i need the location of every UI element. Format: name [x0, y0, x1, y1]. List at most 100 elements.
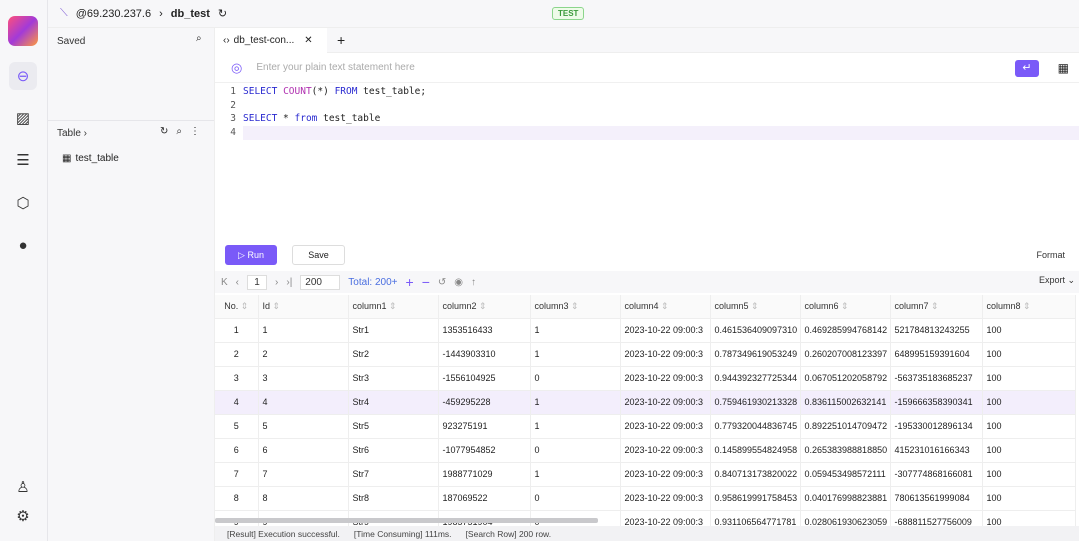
table-cell[interactable]: 100 [982, 462, 1076, 487]
user-icon[interactable]: ♙ [9, 473, 37, 501]
table-cell[interactable]: -195330012896134 [890, 414, 983, 439]
table-cell[interactable]: 0.461536409097310 [710, 318, 801, 343]
table-cell[interactable]: 0.067051202058792 [800, 366, 891, 391]
tab-console[interactable]: ‹› db_test-con... ✕ [215, 27, 327, 53]
export-button[interactable]: Export ⌄ [1039, 275, 1075, 286]
table-view-icon[interactable]: ▦ [1058, 61, 1069, 75]
page-size-select[interactable]: 200 [300, 274, 341, 290]
table-cell[interactable]: 2023-10-22 09:00:3 [620, 390, 711, 415]
column-header[interactable]: column6 ⇕ [800, 295, 891, 319]
table-cell[interactable]: 6 [258, 438, 349, 463]
delete-row-icon[interactable]: − [422, 274, 430, 290]
table-cell[interactable]: 2023-10-22 09:00:3 [620, 462, 711, 487]
table-cell[interactable]: Str4 [348, 390, 439, 415]
table-row[interactable]: 6 6 Str6 -1077954852 0 2023-10-22 09:00:3 0.14… [215, 438, 1076, 463]
table-heading[interactable]: Table › [57, 128, 87, 139]
table-cell[interactable]: 100 [982, 318, 1076, 343]
column-header[interactable]: column2 ⇕ [438, 295, 531, 319]
table-cell[interactable]: Str1 [348, 318, 439, 343]
console-icon[interactable]: ⊖ [9, 62, 37, 90]
table-cell[interactable]: 100 [982, 486, 1076, 511]
table-cell[interactable]: -1077954852 [438, 438, 531, 463]
table-row[interactable]: 4 4 Str4 -459295228 1 2023-10-22 09:00:3 0.759… [215, 390, 1076, 415]
table-cell[interactable]: 2023-10-22 09:00:3 [620, 318, 711, 343]
horizontal-scrollbar[interactable] [215, 518, 598, 523]
table-cell[interactable]: 0.265383988818850 [800, 438, 891, 463]
table-cell[interactable]: 6 [215, 438, 259, 463]
github-icon[interactable]: ● [9, 231, 37, 259]
table-cell[interactable]: 1 [530, 342, 621, 367]
sort-icon[interactable]: ⇕ [273, 301, 281, 311]
table-cell[interactable]: 3 [258, 366, 349, 391]
prev-page-button[interactable]: ‹ [236, 277, 239, 288]
table-cell[interactable]: 1 [530, 414, 621, 439]
table-cell[interactable]: Str3 [348, 366, 439, 391]
table-cell[interactable]: 0.787349619053249 [710, 342, 801, 367]
dashboard-icon[interactable]: ▨ [9, 104, 37, 132]
host-label[interactable]: @69.230.237.6 [76, 8, 151, 20]
first-page-button[interactable]: K [221, 277, 228, 288]
sort-icon[interactable]: ⇕ [751, 301, 759, 311]
undo-icon[interactable]: ↺ [438, 277, 446, 288]
table-cell[interactable]: -307774868166081 [890, 462, 983, 487]
table-row[interactable]: 5 5 Str5 923275191 1 2023-10-22 09:00:3 0.7793… [215, 414, 1076, 439]
table-row[interactable]: 1 1 Str1 1353516433 1 2023-10-22 09:00:3 0.461… [215, 318, 1076, 343]
table-cell[interactable]: 2 [215, 342, 259, 367]
table-cell[interactable]: 0.836115002632141 [800, 390, 891, 415]
table-cell[interactable]: 5 [215, 414, 259, 439]
table-cell[interactable]: 8 [215, 486, 259, 511]
table-cell[interactable]: 923275191 [438, 414, 531, 439]
close-icon[interactable]: ✕ [304, 35, 312, 46]
format-button[interactable]: Format [1036, 250, 1065, 260]
table-cell[interactable]: 0.779320044836745 [710, 414, 801, 439]
column-header[interactable]: Id ⇕ [258, 295, 349, 319]
column-header[interactable]: column1 ⇕ [348, 295, 439, 319]
table-row[interactable]: 2 2 Str2 -1443903310 1 2023-10-22 09:00:3 0.78… [215, 342, 1076, 367]
settings-icon[interactable]: ⚙ [9, 502, 37, 530]
table-cell[interactable]: 2 [258, 342, 349, 367]
table-cell[interactable]: 100 [982, 414, 1076, 439]
table-cell[interactable]: 0 [530, 438, 621, 463]
table-item[interactable]: ▦ test_table [62, 153, 119, 164]
column-header[interactable]: column7 ⇕ [890, 295, 983, 319]
search-icon[interactable]: ⌕ [196, 33, 202, 44]
table-cell[interactable]: 2023-10-22 09:00:3 [620, 486, 711, 511]
table-cell[interactable]: 521784813243255 [890, 318, 983, 343]
database-icon[interactable]: ☰ [9, 146, 37, 174]
table-cell[interactable]: 100 [982, 366, 1076, 391]
table-cell[interactable]: -1443903310 [438, 342, 531, 367]
table-cell[interactable]: 100 [982, 390, 1076, 415]
sort-icon[interactable]: ⇕ [389, 301, 397, 311]
table-cell[interactable]: 1353516433 [438, 318, 531, 343]
table-row[interactable]: 3 3 Str3 -1556104925 0 2023-10-22 09:00:3 0.94… [215, 366, 1076, 391]
table-cell[interactable]: -1556104925 [438, 366, 531, 391]
table-cell[interactable]: 100 [982, 438, 1076, 463]
table-cell[interactable]: 1 [258, 318, 349, 343]
column-header[interactable]: column3 ⇕ [530, 295, 621, 319]
submit-nl-button[interactable]: ↵ [1015, 60, 1039, 77]
table-cell[interactable]: 1 [530, 318, 621, 343]
table-cell[interactable]: 1 [530, 462, 621, 487]
table-cell[interactable]: Str2 [348, 342, 439, 367]
table-cell[interactable]: 0.059453498572111 [800, 462, 891, 487]
table-cell[interactable]: 0.145899554824958 [710, 438, 801, 463]
table-cell[interactable]: 0.469285994768142 [800, 318, 891, 343]
table-cell[interactable]: 1 [530, 390, 621, 415]
table-cell[interactable]: 5 [258, 414, 349, 439]
table-cell[interactable]: 780613561999084 [890, 486, 983, 511]
sql-editor[interactable]: 1 SELECT COUNT(*) FROM test_table; 2 3 SEL… [215, 85, 1079, 140]
table-cell[interactable]: 0.892251014709472 [800, 414, 891, 439]
preview-icon[interactable]: ◉ [454, 277, 463, 288]
table-cell[interactable]: 0.958619991758453 [710, 486, 801, 511]
column-header[interactable]: No. ⇕ [215, 295, 259, 319]
sort-icon[interactable]: ⇕ [661, 301, 669, 311]
table-cell[interactable]: 1988771029 [438, 462, 531, 487]
table-cell[interactable]: 8 [258, 486, 349, 511]
add-tab-button[interactable]: + [337, 32, 345, 48]
more-icon[interactable]: ⋮ [190, 126, 208, 137]
last-page-button[interactable]: ›| [286, 277, 292, 288]
refresh-icon[interactable]: ↻ [218, 7, 227, 20]
table-cell[interactable]: 1 [215, 318, 259, 343]
table-cell[interactable]: -563735183685237 [890, 366, 983, 391]
table-row[interactable]: 8 8 Str8 187069522 0 2023-10-22 09:00:3 0.9586… [215, 486, 1076, 511]
